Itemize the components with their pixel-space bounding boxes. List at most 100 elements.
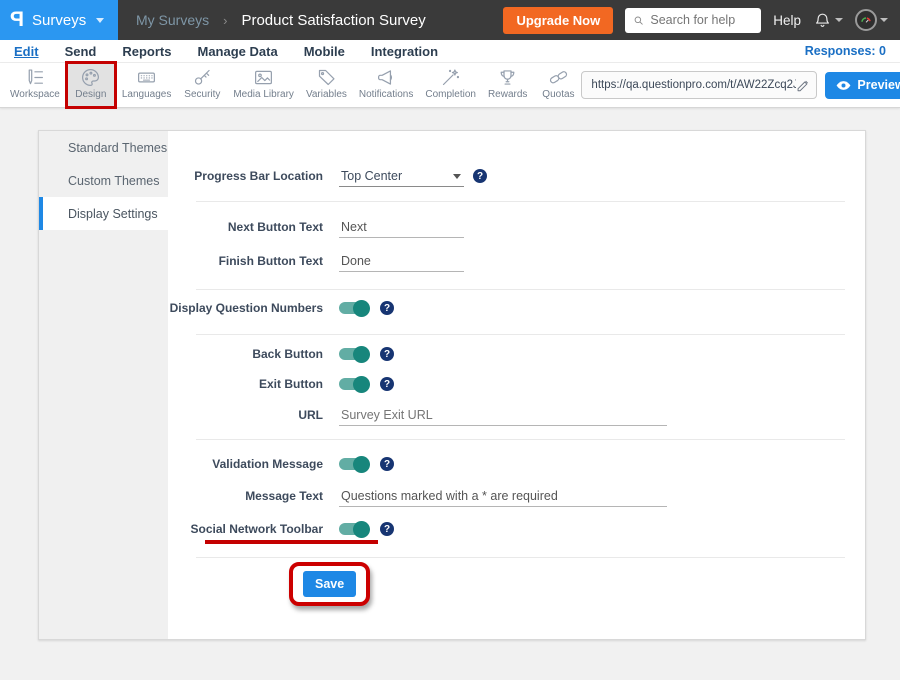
help-icon[interactable]: ?	[380, 457, 394, 471]
toggle-knob	[353, 346, 370, 363]
social-network-toolbar-label: Social Network Toolbar	[168, 522, 323, 536]
next-button-text-input[interactable]	[339, 217, 464, 238]
top-header: P Surveys My Surveys › Product Satisfact…	[0, 0, 900, 40]
tool-design[interactable]: Design	[68, 64, 114, 106]
variables-tag-icon	[316, 67, 337, 88]
menu-item-reports[interactable]: Reports	[122, 44, 171, 59]
design-sidebar: Standard Themes Custom Themes Display Se…	[39, 131, 168, 639]
bell-icon	[813, 11, 832, 30]
product-switcher[interactable]: P Surveys	[0, 0, 118, 40]
breadcrumb-separator: ›	[223, 13, 227, 28]
exit-button-toggle[interactable]	[339, 378, 368, 390]
toggle-knob	[353, 300, 370, 317]
languages-keyboard-icon	[136, 67, 157, 88]
display-question-numbers-row: Display Question Numbers ?	[168, 295, 865, 321]
tool-completion[interactable]: Completion	[421, 64, 480, 106]
tool-media-library[interactable]: Media Library	[229, 64, 298, 106]
chevron-down-icon	[880, 18, 888, 22]
survey-menubar: Edit Send Reports Manage Data Mobile Int…	[0, 40, 900, 63]
tool-variables[interactable]: Variables	[302, 64, 351, 106]
menu-item-edit[interactable]: Edit	[14, 44, 39, 59]
product-name: Surveys	[32, 12, 86, 29]
breadcrumb-my-surveys[interactable]: My Surveys	[136, 12, 209, 28]
help-icon[interactable]: ?	[473, 169, 487, 183]
validation-message-row: Validation Message ?	[168, 451, 865, 477]
section-divider	[196, 557, 845, 558]
tool-workspace[interactable]: Workspace	[6, 64, 64, 106]
help-icon[interactable]: ?	[380, 347, 394, 361]
preview-label: Preview	[857, 78, 900, 92]
tool-label: Languages	[122, 89, 172, 100]
completion-wand-icon	[440, 67, 461, 88]
quotas-chain-icon	[548, 67, 569, 88]
tool-languages[interactable]: Languages	[118, 64, 176, 106]
section-divider	[196, 289, 845, 290]
chevron-down-icon	[835, 18, 843, 22]
tool-quotas[interactable]: Quotas	[535, 64, 581, 106]
finish-button-text-input[interactable]	[339, 251, 464, 272]
progress-bar-location-select[interactable]: Top Center	[339, 166, 464, 187]
survey-url-box[interactable]	[581, 71, 817, 99]
menu-item-manage-data[interactable]: Manage Data	[197, 44, 277, 59]
rewards-trophy-icon	[497, 67, 518, 88]
validation-message-toggle[interactable]	[339, 458, 368, 470]
save-button[interactable]: Save	[303, 571, 356, 597]
toolbar-tools: Workspace Design Languages Security Medi…	[6, 64, 581, 106]
tool-security[interactable]: Security	[179, 64, 225, 106]
back-button-row: Back Button ?	[168, 341, 865, 367]
tool-label: Rewards	[488, 89, 527, 100]
exit-url-row: URL	[168, 402, 865, 428]
red-underline-annotation	[205, 540, 378, 544]
tool-notifications[interactable]: Notifications	[355, 64, 417, 106]
save-row: Save	[289, 562, 865, 606]
menu-item-integration[interactable]: Integration	[371, 44, 438, 59]
menu-item-send[interactable]: Send	[65, 44, 97, 59]
message-text-row: Message Text	[168, 483, 865, 509]
responses-count[interactable]: Responses: 0	[805, 44, 886, 58]
breadcrumb: My Surveys › Product Satisfaction Survey	[136, 12, 426, 29]
sidebar-item-custom-themes[interactable]: Custom Themes	[39, 164, 168, 197]
red-box-annotation: Save	[289, 562, 370, 606]
progress-bar-location-row: Progress Bar Location Top Center ?	[168, 163, 865, 189]
toggle-knob	[353, 376, 370, 393]
section-divider	[196, 334, 845, 335]
display-question-numbers-toggle[interactable]	[339, 302, 368, 314]
search-input[interactable]	[650, 13, 753, 27]
exit-url-input[interactable]	[339, 405, 667, 426]
back-button-toggle[interactable]	[339, 348, 368, 360]
message-text-input[interactable]	[339, 486, 667, 507]
help-search[interactable]	[625, 8, 761, 33]
chevron-down-icon	[96, 18, 104, 23]
search-icon	[633, 14, 644, 27]
help-link[interactable]: Help	[773, 13, 801, 28]
exit-url-label: URL	[168, 408, 323, 422]
upgrade-now-button[interactable]: Upgrade Now	[503, 7, 613, 34]
toggle-knob	[353, 521, 370, 538]
tool-rewards[interactable]: Rewards	[484, 64, 531, 106]
chevron-down-icon	[453, 174, 461, 179]
section-divider	[196, 201, 845, 202]
account-menu[interactable]	[855, 9, 888, 31]
preview-button[interactable]: Preview	[825, 72, 900, 99]
questionpro-logo: P	[10, 8, 24, 32]
help-icon[interactable]: ?	[380, 522, 394, 536]
notifications-megaphone-icon	[376, 67, 397, 88]
sidebar-item-display-settings[interactable]: Display Settings	[39, 197, 168, 230]
survey-menu: Edit Send Reports Manage Data Mobile Int…	[14, 44, 438, 59]
design-settings-card: Standard Themes Custom Themes Display Se…	[38, 130, 866, 640]
media-library-image-icon	[253, 67, 274, 88]
notifications-menu[interactable]	[813, 11, 843, 30]
header-actions: Upgrade Now Help	[503, 7, 900, 34]
sidebar-item-standard-themes[interactable]: Standard Themes	[39, 131, 168, 164]
edit-pencil-icon[interactable]	[796, 78, 810, 93]
survey-url-input[interactable]	[591, 79, 796, 91]
gauge-icon	[859, 13, 873, 27]
exit-button-row: Exit Button ?	[168, 371, 865, 397]
menu-item-mobile[interactable]: Mobile	[304, 44, 345, 59]
help-icon[interactable]: ?	[380, 377, 394, 391]
social-network-toolbar-toggle[interactable]	[339, 523, 368, 535]
security-key-icon	[192, 67, 213, 88]
page-title: Product Satisfaction Survey	[241, 12, 425, 29]
tool-label: Completion	[425, 89, 476, 100]
help-icon[interactable]: ?	[380, 301, 394, 315]
